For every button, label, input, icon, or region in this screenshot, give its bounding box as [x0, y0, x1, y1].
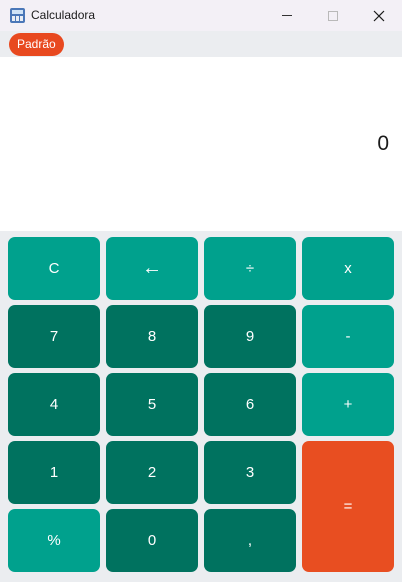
percent-button[interactable]: % — [8, 509, 100, 572]
minimize-icon — [282, 15, 292, 16]
clear-button[interactable]: C — [8, 237, 100, 300]
add-button[interactable]: + — [302, 373, 394, 436]
digit-6-button[interactable]: 6 — [204, 373, 296, 436]
digit-4-button[interactable]: 4 — [8, 373, 100, 436]
digit-3-button[interactable]: 3 — [204, 441, 296, 504]
multiply-button[interactable]: x — [302, 237, 394, 300]
mode-standard-button[interactable]: Padrão — [9, 33, 64, 56]
divide-button[interactable]: ÷ — [204, 237, 296, 300]
equals-button[interactable]: = — [302, 441, 394, 572]
display-value: 0 — [377, 132, 389, 155]
title-bar[interactable]: Calculadora — [0, 0, 402, 31]
subtract-button[interactable]: - — [302, 305, 394, 368]
backspace-button[interactable]: ← — [106, 237, 198, 300]
digit-1-button[interactable]: 1 — [8, 441, 100, 504]
close-button[interactable] — [356, 0, 402, 31]
minimize-button[interactable] — [264, 0, 310, 31]
calculator-window: Calculadora Padrão 0 C ← ÷ x 7 8 9 - 4 5… — [0, 0, 402, 582]
digit-2-button[interactable]: 2 — [106, 441, 198, 504]
mode-toolbar: Padrão — [0, 31, 402, 57]
calculator-app-icon — [10, 8, 25, 23]
decimal-button[interactable]: , — [204, 509, 296, 572]
digit-5-button[interactable]: 5 — [106, 373, 198, 436]
digit-8-button[interactable]: 8 — [106, 305, 198, 368]
maximize-button[interactable] — [310, 0, 356, 31]
digit-9-button[interactable]: 9 — [204, 305, 296, 368]
digit-0-button[interactable]: 0 — [106, 509, 198, 572]
digit-7-button[interactable]: 7 — [8, 305, 100, 368]
window-title: Calculadora — [31, 8, 96, 22]
result-display: 0 — [0, 57, 402, 231]
close-icon — [373, 10, 385, 21]
maximize-icon — [328, 10, 338, 21]
